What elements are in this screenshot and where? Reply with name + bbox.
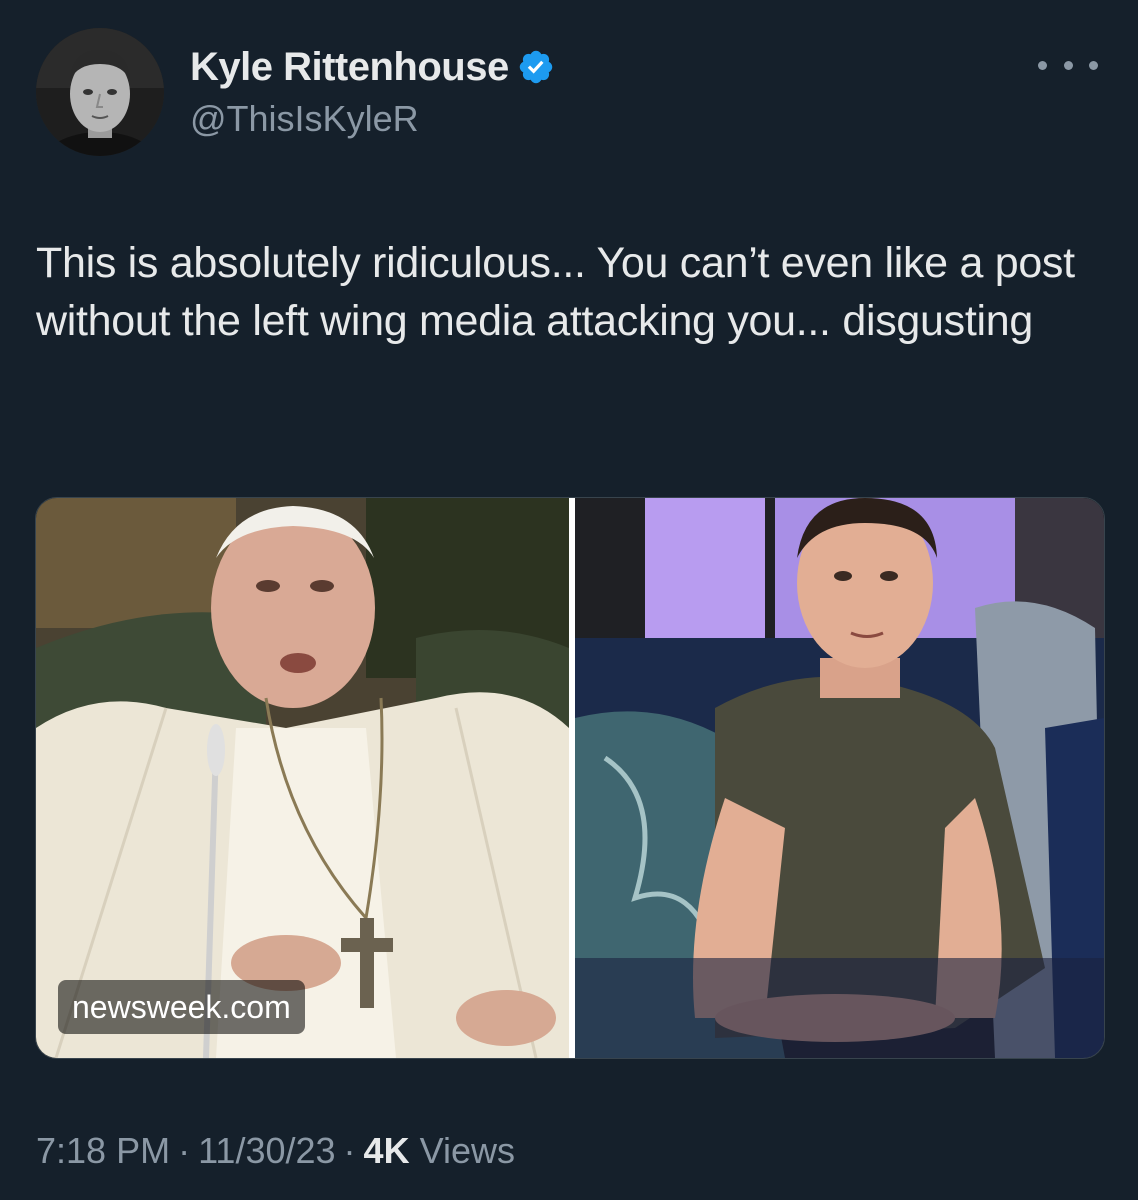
author-handle[interactable]: @ThisIsKyleR [190,98,419,140]
tweet-time[interactable]: 7:18 PM [36,1130,170,1172]
media-image-left[interactable] [36,498,569,1058]
views-count[interactable]: 4K [364,1130,410,1172]
meta-separator: · [343,1130,356,1171]
media-image-right[interactable] [575,498,1104,1058]
tweet-media[interactable] [35,497,1105,1059]
avatar-image [36,28,164,156]
tweet-text: This is absolutely ridiculous... You can… [36,239,1087,345]
author-name-row: Kyle Rittenhouse [190,44,555,90]
more-options-icon[interactable] [1038,50,1098,80]
verified-badge-icon [519,50,552,84]
views-label[interactable]: Views [420,1130,515,1172]
author-display-name[interactable]: Kyle Rittenhouse [190,45,509,90]
media-source-badge[interactable]: newsweek.com [58,980,305,1034]
tweet-meta: 7:18 PM · 11/30/23 · 4K Views [36,1130,515,1172]
avatar[interactable] [36,28,164,156]
meta-separator: · [178,1130,191,1171]
tweet-date[interactable]: 11/30/23 [198,1130,335,1172]
tweet-card[interactable]: Kyle Rittenhouse @ThisIsKyleR This is ab… [0,0,1138,1200]
